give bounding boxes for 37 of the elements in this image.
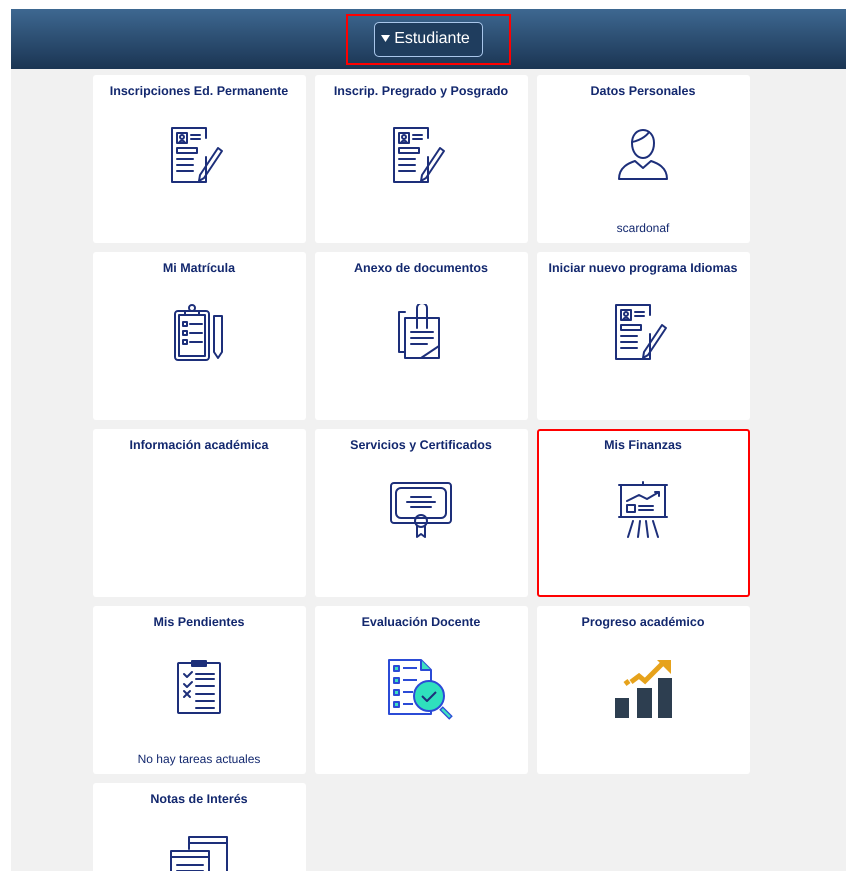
tile-title: Progreso académico xyxy=(582,614,704,631)
tile[interactable]: Información académica xyxy=(92,429,306,597)
tile-title: Inscripciones Ed. Permanente xyxy=(110,83,288,100)
tile-title: Datos Personales xyxy=(590,83,696,100)
checklist-magnifier-icon xyxy=(387,658,455,720)
tile-title: Notas de Interés xyxy=(150,791,248,808)
tile[interactable]: Progreso académico xyxy=(536,606,750,774)
tile[interactable]: Notas de Interés xyxy=(92,783,306,871)
tile[interactable]: Datos Personales scardonaf xyxy=(536,75,750,243)
tile[interactable]: Mi Matrícula xyxy=(92,252,306,420)
tile-footer-text: No hay tareas actuales xyxy=(138,751,260,768)
tile-title: Mi Matrícula xyxy=(162,260,236,277)
menu-button[interactable]: Estudiante xyxy=(374,22,483,56)
tile-title: Mis Finanzas xyxy=(604,437,682,454)
tile-title: Inscrip. Pregrado y Posgrado xyxy=(334,83,508,100)
tile[interactable]: Evaluación Docente xyxy=(314,606,528,774)
bar-chart-arrow-icon xyxy=(613,658,673,720)
tile[interactable]: Inscripciones Ed. Permanente xyxy=(92,75,306,243)
tile-title: Servicios y Certificados xyxy=(350,437,492,454)
tile[interactable]: Anexo de documentos xyxy=(314,252,528,420)
tile-title: Evaluación Docente xyxy=(362,614,480,631)
tile[interactable]: Inscrip. Pregrado y Posgrado xyxy=(314,75,528,243)
tile-title: Mis Pendientes xyxy=(154,614,244,631)
tile-title: Anexo de documentos xyxy=(354,260,488,277)
tile[interactable]: Mis Pendientes No hay tareas actuales xyxy=(92,606,306,774)
tile-title: Iniciar nuevo programa Idiomas xyxy=(548,260,738,277)
tile[interactable]: Iniciar nuevo programa Idiomas xyxy=(536,252,750,420)
person-icon xyxy=(616,126,670,181)
tile[interactable]: Servicios y Certificados xyxy=(314,429,528,597)
clipboard-pencil-icon xyxy=(173,304,225,362)
certificate-icon xyxy=(389,480,453,539)
tile-title: Información académica xyxy=(130,437,268,454)
presentation-board-icon xyxy=(617,480,669,539)
checklist-icon xyxy=(176,658,222,714)
tile[interactable]: Mis Finanzas xyxy=(536,429,750,597)
caret-icon xyxy=(381,35,390,42)
tile-footer-text: scardonaf xyxy=(616,220,670,237)
